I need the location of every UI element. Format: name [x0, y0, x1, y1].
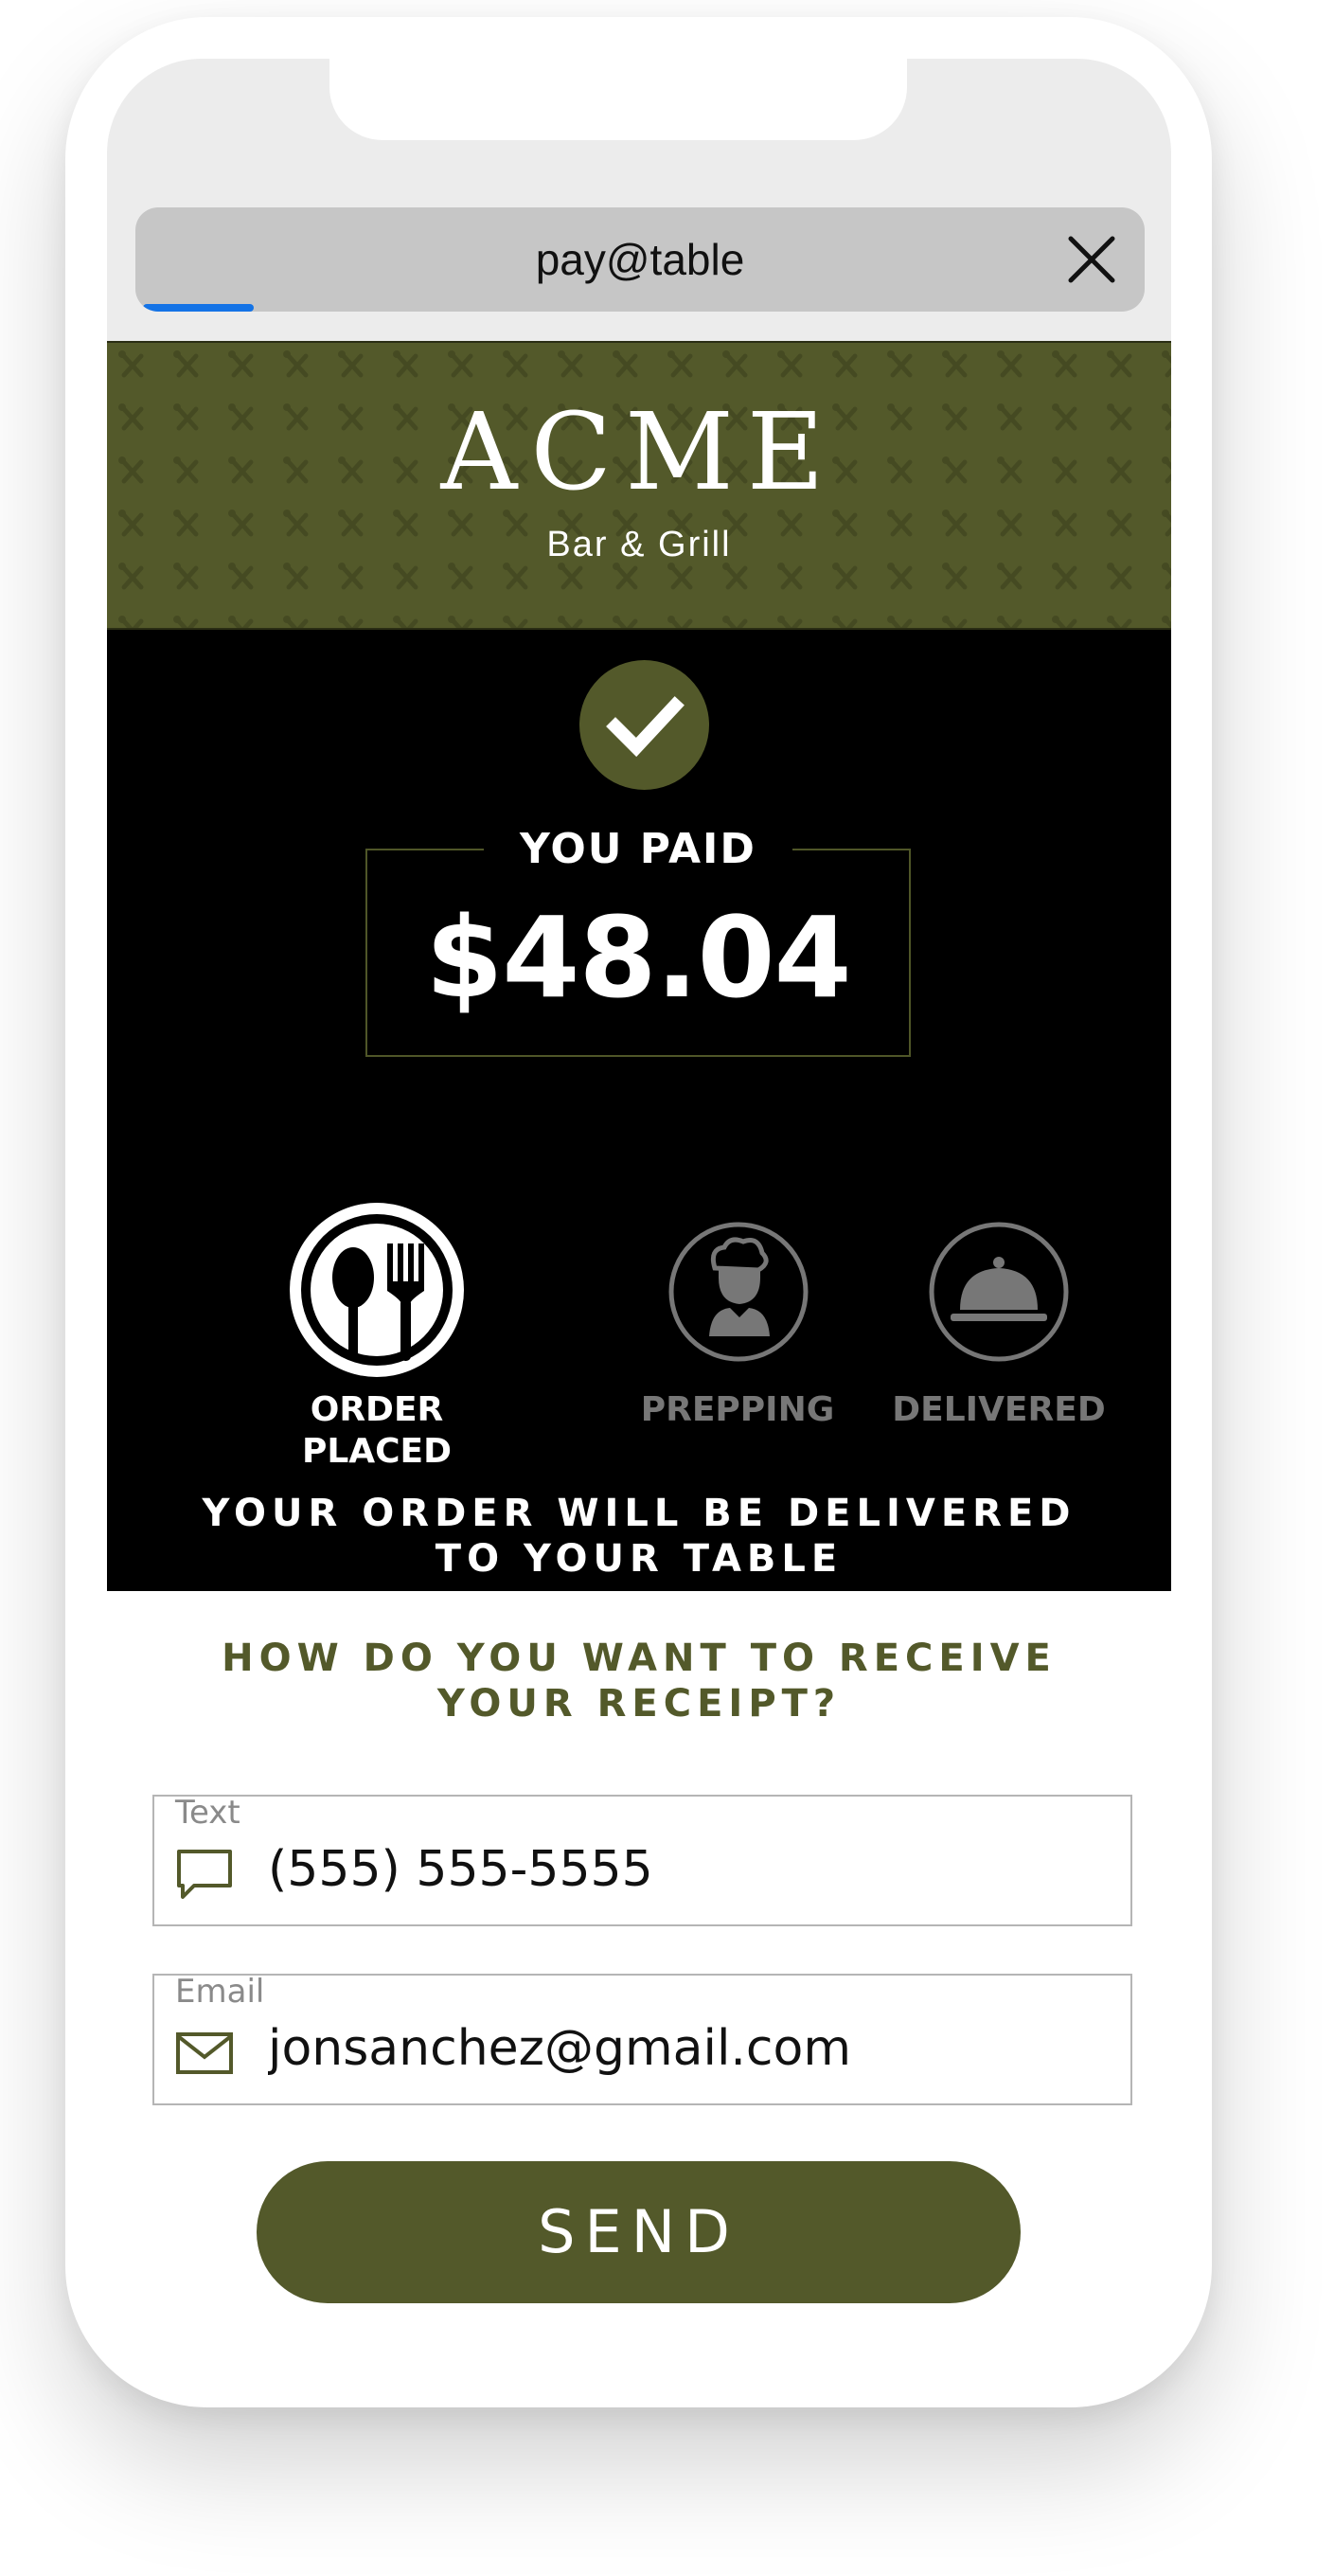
chat-bubble-icon	[177, 1850, 232, 1899]
paid-label-wrap: YOU PAID	[367, 826, 909, 873]
restaurant-logo-name: ACME	[440, 391, 838, 514]
address-bar-title: pay@table	[535, 235, 745, 284]
receipt-question-line2: YOUR RECEIPT?	[436, 1682, 842, 1726]
checkmark-icon	[579, 660, 709, 790]
phone-screen: pay@table ACME Bar & Grill YOU PAID $48.…	[107, 59, 1171, 2403]
text-field[interactable]: Text	[152, 1794, 1132, 1926]
payment-status-panel: YOU PAID $48.04 ORDER PLACED PREPPING DE…	[107, 630, 1171, 1591]
step-label-line1: ORDER	[310, 1390, 444, 1429]
amount-paid-box: YOU PAID $48.04	[365, 826, 911, 1057]
paid-amount: $48.04	[425, 892, 851, 1023]
step-label-line2: PLACED	[301, 1432, 453, 1471]
receipt-question-line1: HOW DO YOU WANT TO RECEIVE	[222, 1637, 1057, 1680]
address-bar[interactable]: pay@table	[135, 207, 1145, 312]
phone-notch	[329, 59, 907, 140]
email-field-label: Email	[175, 1973, 265, 2011]
paid-label: YOU PAID	[484, 826, 792, 873]
email-input[interactable]	[268, 2015, 1101, 2082]
step-delivered: DELIVERED	[828, 1198, 1169, 1482]
delivery-message-line2: TO YOUR TABLE	[435, 1537, 844, 1581]
send-button[interactable]: SEND	[257, 2161, 1021, 2303]
restaurant-header: ACME Bar & Grill	[107, 341, 1171, 630]
delivery-message: YOUR ORDER WILL BE DELIVERED TO YOUR TAB…	[107, 1491, 1171, 1582]
cloche-icon	[929, 1222, 1069, 1362]
receipt-question: HOW DO YOU WANT TO RECEIVE YOUR RECEIPT?	[107, 1636, 1171, 1726]
step-label-line1: DELIVERED	[892, 1390, 1106, 1429]
close-icon[interactable]	[1065, 233, 1118, 286]
text-field-label: Text	[175, 1794, 240, 1832]
utensils-icon	[290, 1203, 464, 1377]
step-order-placed: ORDER PLACED	[206, 1198, 547, 1482]
chef-icon	[668, 1222, 809, 1362]
envelope-icon	[176, 2032, 233, 2074]
email-field[interactable]: Email	[152, 1973, 1132, 2105]
restaurant-logo-subtitle: Bar & Grill	[546, 525, 732, 564]
phone-number-input[interactable]	[268, 1836, 1101, 1903]
page-load-progress-bar	[143, 304, 255, 312]
delivery-message-line1: YOUR ORDER WILL BE DELIVERED	[202, 1492, 1076, 1535]
browser-top-bar: pay@table	[107, 59, 1171, 341]
